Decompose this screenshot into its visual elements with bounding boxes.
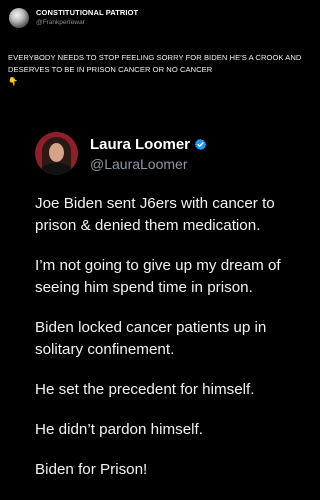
quoted-paragraph: He set the precedent for himself. [35,381,255,398]
outer-user-info: CONSTITUTIONAL PATRIOT @Frankperrewar [36,8,138,28]
verified-badge-icon [194,138,207,150]
quoted-paragraph: I’m not going to give up my dream of see… [35,257,281,296]
quoted-user-info: Laura Loomer @LauraLoomer [90,135,207,172]
outer-avatar[interactable] [9,8,29,28]
pointing-down-icon: 👇 [8,77,19,86]
outer-post-text: EVERYBODY NEEDS TO STOP FEELING SORRY FO… [8,52,304,87]
outer-display-name[interactable]: CONSTITUTIONAL PATRIOT [36,8,138,18]
quoted-handle[interactable]: @LauraLoomer [90,156,207,172]
avatar-face [49,143,64,162]
quoted-avatar[interactable] [35,132,78,175]
outer-handle[interactable]: @Frankperrewar [36,18,138,28]
quoted-post-card[interactable]: Laura Loomer @LauraLoomer Joe Biden sent… [15,95,292,500]
outer-post-body: EVERYBODY NEEDS TO STOP FEELING SORRY FO… [8,53,302,74]
quoted-post-header: Laura Loomer @LauraLoomer [35,132,207,175]
quoted-paragraph: Biden for Prison! [35,461,148,478]
quoted-paragraph: Joe Biden sent J6ers with cancer to pris… [35,195,275,234]
quoted-paragraph: He didn’t pardon himself. [35,421,203,438]
quoted-display-name[interactable]: Laura Loomer [90,136,190,153]
quoted-paragraph: Biden locked cancer patients up in solit… [35,319,267,358]
quoted-post-body: Joe Biden sent J6ers with cancer to pris… [35,193,287,499]
quoted-name-row: Laura Loomer [90,135,207,153]
avatar-shoulders [41,163,72,175]
outer-post-header: CONSTITUTIONAL PATRIOT @Frankperrewar [9,8,138,28]
